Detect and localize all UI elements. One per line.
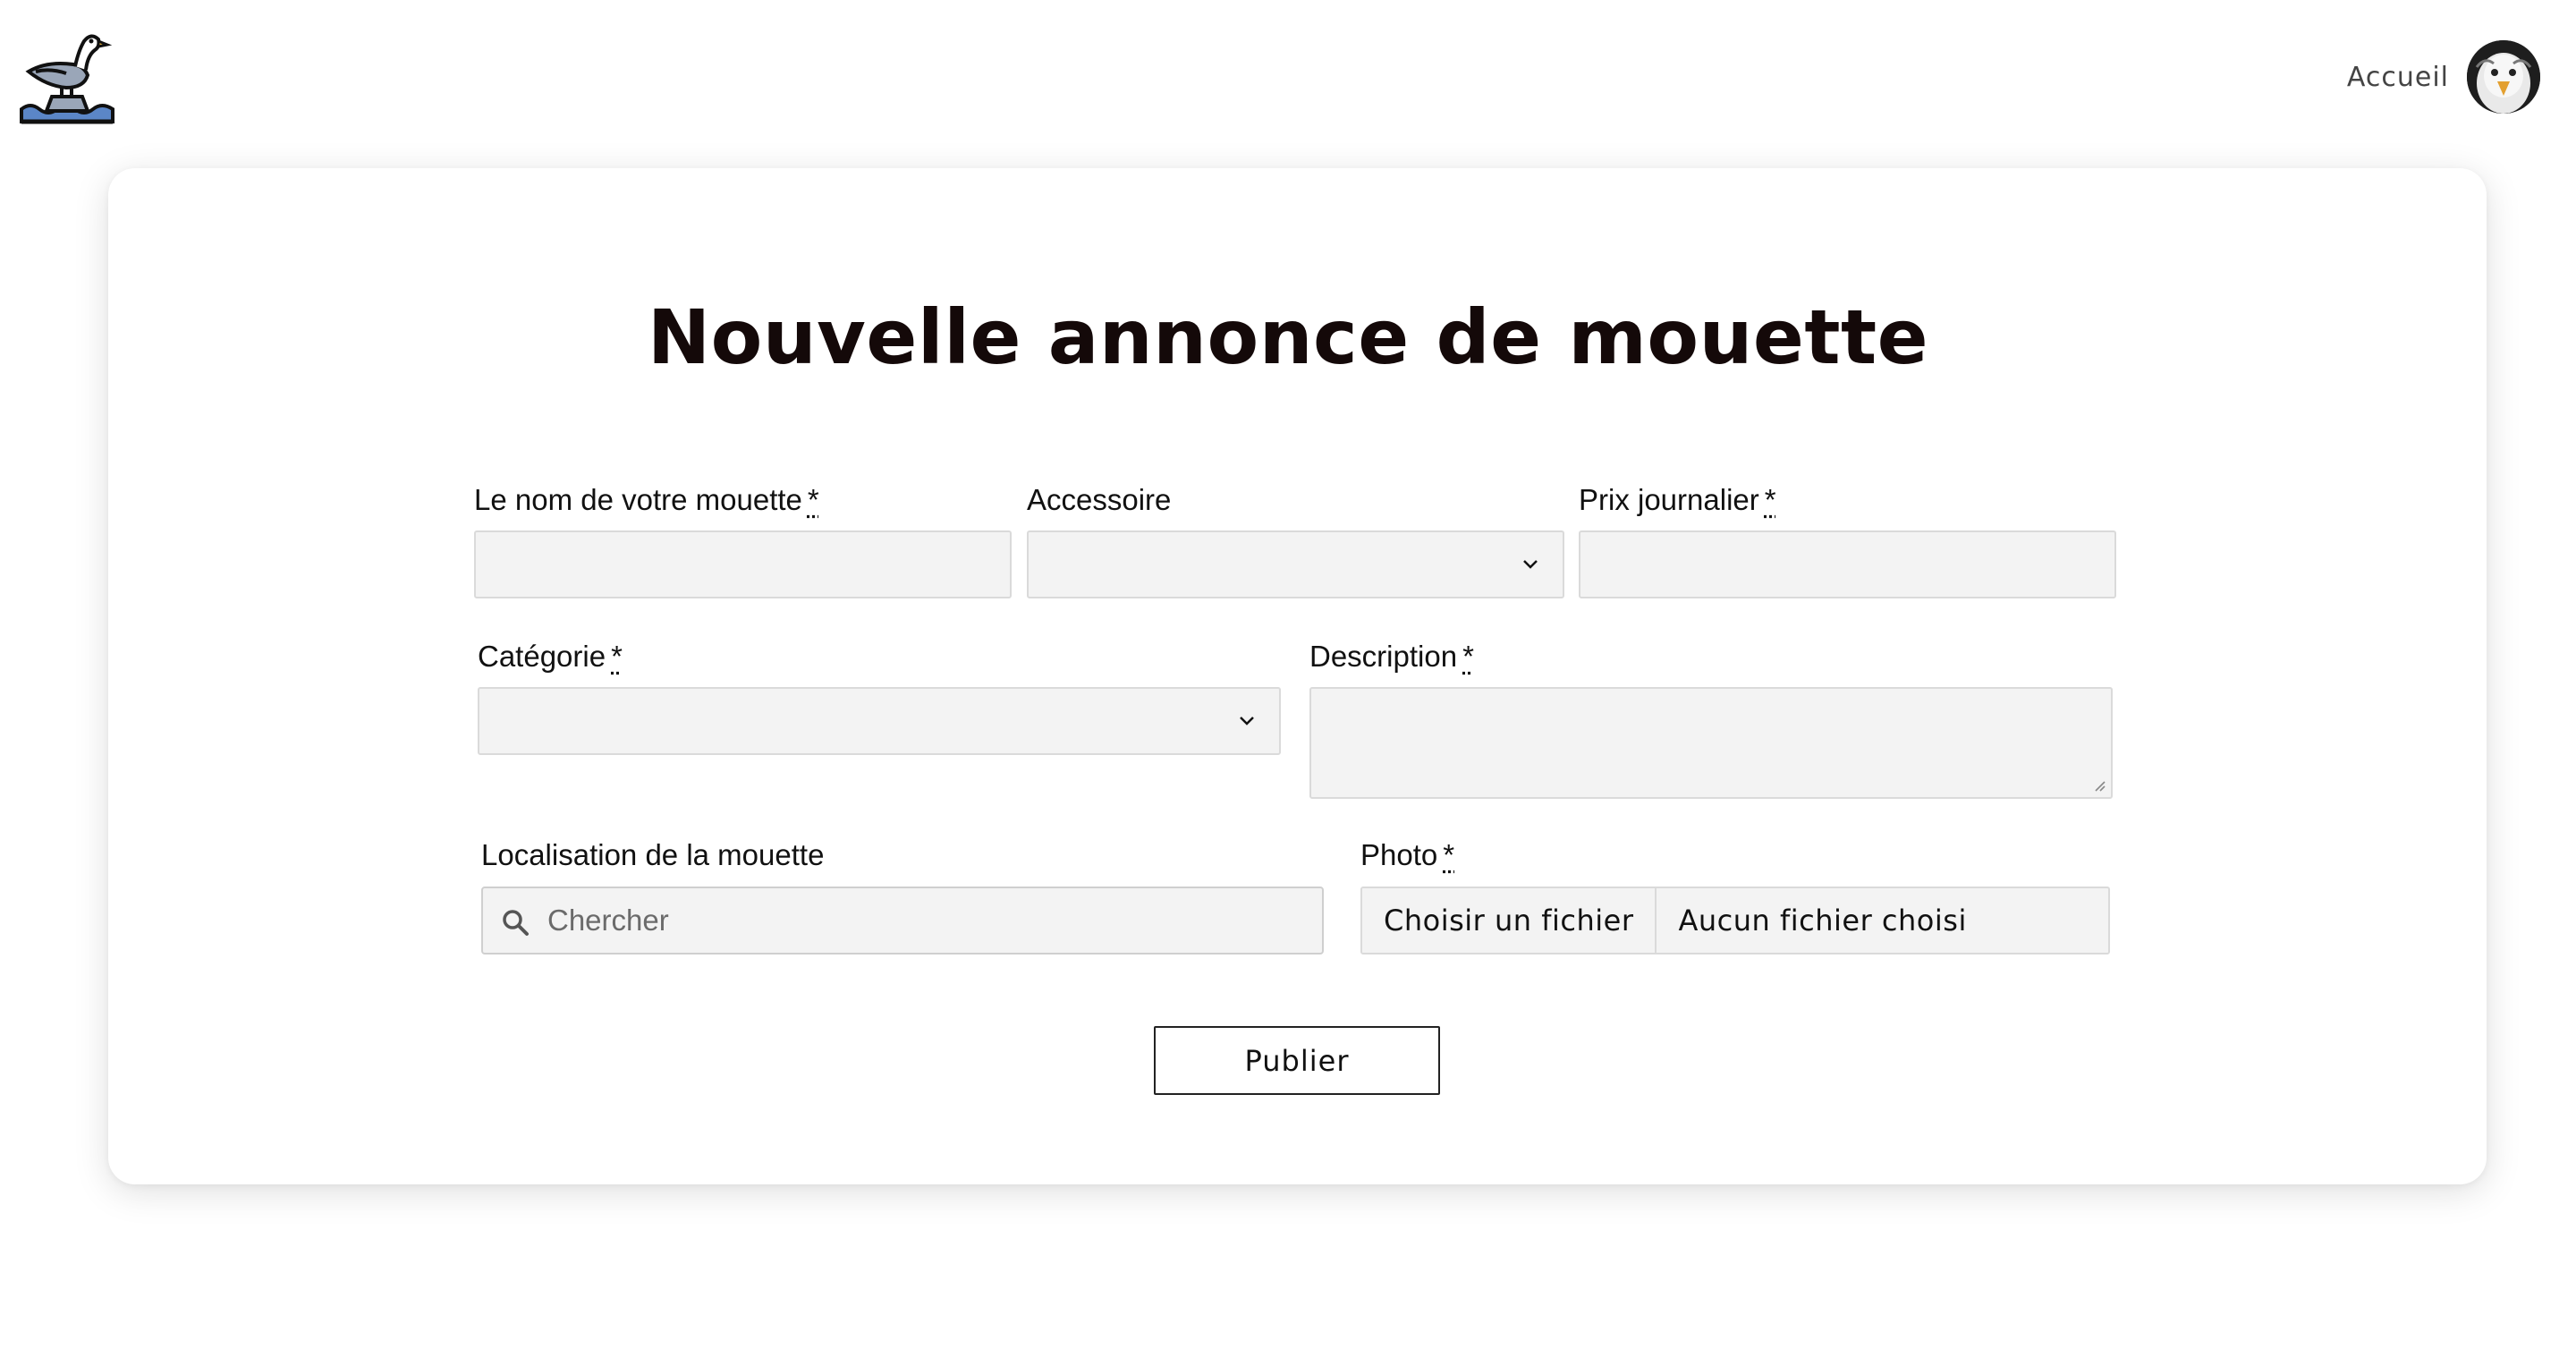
file-status-text: Aucun fichier choisi — [1678, 904, 1967, 938]
resize-grip-icon[interactable] — [2091, 777, 2106, 792]
location-search-placeholder: Chercher — [547, 904, 669, 937]
name-field-label: Le nom de votre mouette * — [474, 483, 819, 516]
daily-price-input[interactable] — [1579, 530, 2116, 598]
required-marker: * — [1764, 483, 1776, 516]
page-title: Nouvelle annonce de mouette — [647, 293, 1929, 381]
description-textarea[interactable] — [1309, 687, 2113, 799]
publish-button[interactable]: Publier — [1154, 1026, 1440, 1095]
choose-file-button[interactable]: Choisir un fichier — [1362, 888, 1657, 953]
top-bar: Accueil — [0, 0, 2576, 161]
seagull-logo-icon[interactable] — [20, 29, 114, 125]
header-nav: Accueil — [2347, 39, 2540, 115]
chevron-down-icon — [1240, 717, 1254, 725]
seagull-name-input[interactable] — [474, 530, 1012, 598]
nav-home-link[interactable]: Accueil — [2347, 62, 2449, 93]
photo-field-label: Photo * — [1360, 838, 1455, 871]
location-search-input[interactable]: Chercher — [481, 887, 1324, 954]
category-select[interactable] — [478, 687, 1281, 755]
accessory-field-label: Accessoire — [1027, 483, 1172, 516]
photo-file-input[interactable]: Choisir un fichier Aucun fichier choisi — [1360, 887, 2110, 954]
seagull-avatar-icon — [2467, 40, 2540, 114]
required-marker: * — [1462, 640, 1474, 673]
chevron-down-icon — [1523, 560, 1538, 569]
user-avatar[interactable] — [2467, 40, 2540, 114]
required-marker: * — [1443, 838, 1455, 871]
required-marker: * — [611, 640, 623, 673]
required-marker: * — [807, 483, 819, 516]
accessory-select[interactable] — [1027, 530, 1564, 598]
description-field-label: Description * — [1309, 640, 1474, 673]
category-field-label: Catégorie * — [478, 640, 623, 673]
search-icon — [503, 910, 529, 936]
daily-price-field-label: Prix journalier * — [1579, 483, 1776, 516]
location-field-label: Localisation de la mouette — [481, 838, 825, 871]
